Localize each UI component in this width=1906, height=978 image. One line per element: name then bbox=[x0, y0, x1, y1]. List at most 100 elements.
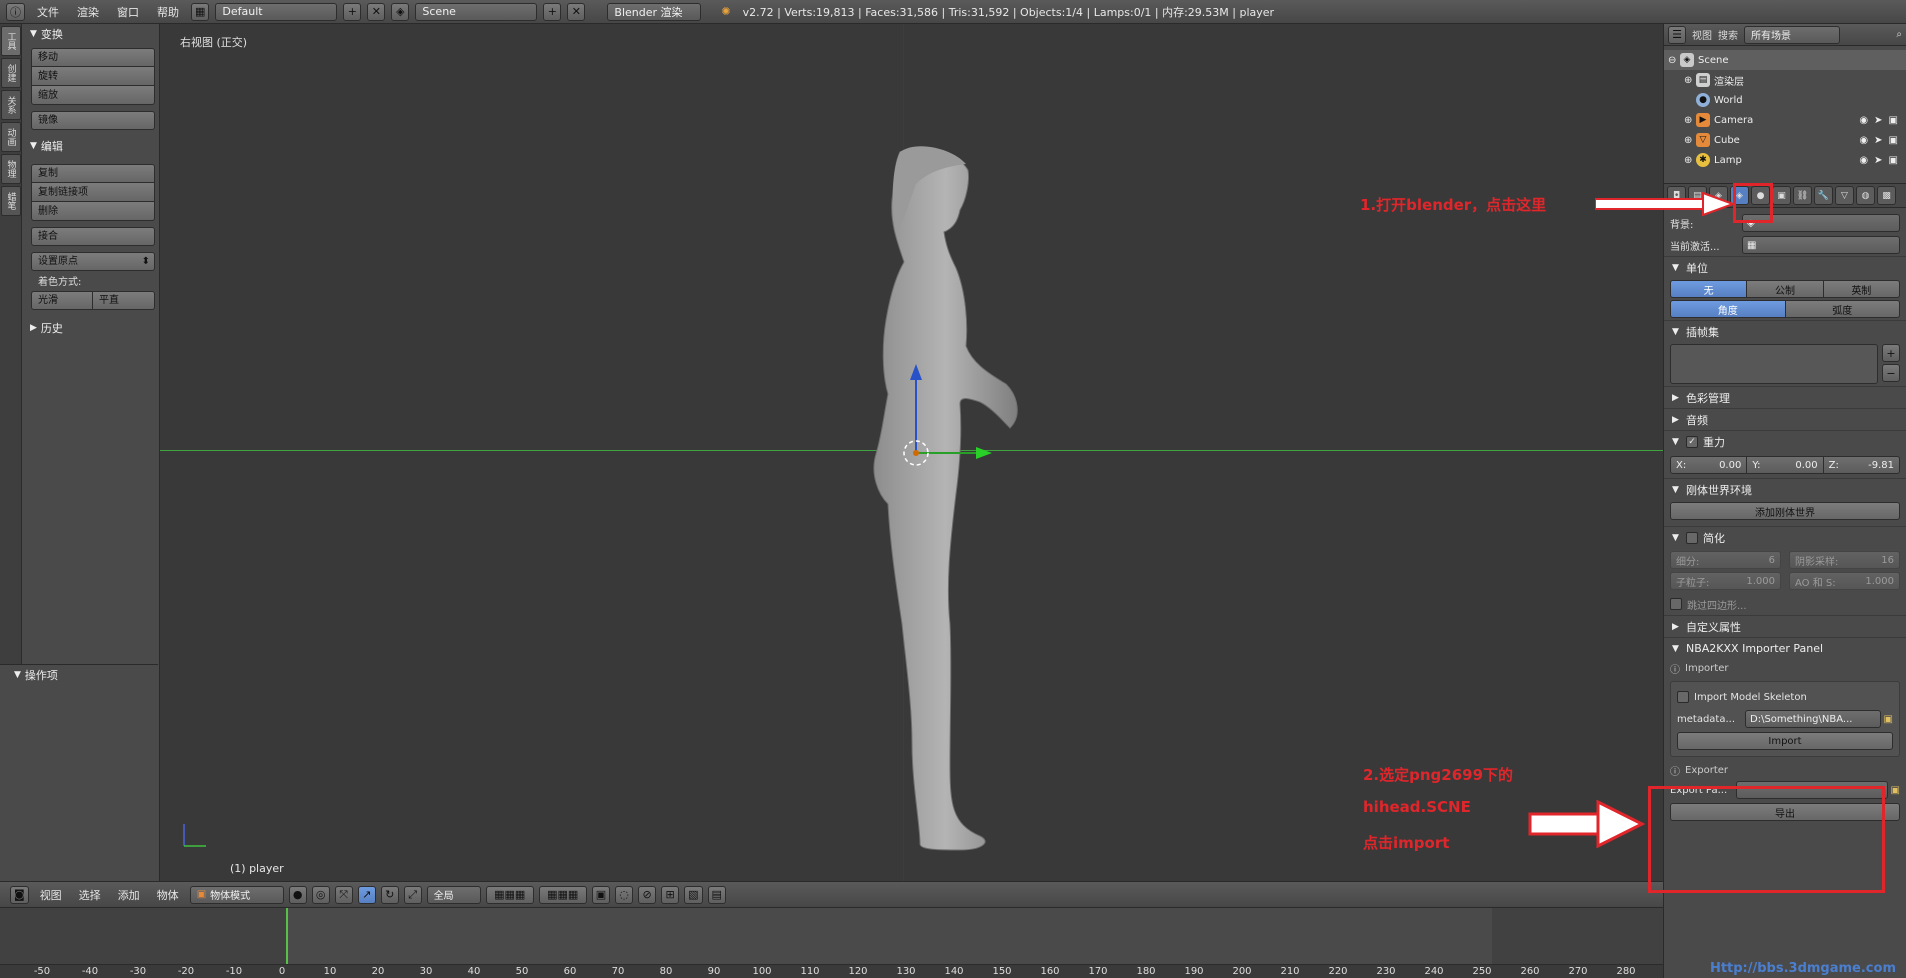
cursor-icon[interactable]: ➤ bbox=[1874, 135, 1882, 146]
tab-animation[interactable]: 动画 bbox=[1, 122, 21, 152]
layers-grid-2-icon[interactable]: ▦▦▦ bbox=[538, 885, 587, 904]
mirror-button[interactable]: 镜像 bbox=[31, 111, 155, 130]
transform-panel-header[interactable]: ▼ 变换 bbox=[24, 24, 158, 44]
layers-grid-icon[interactable]: ▦▦▦ bbox=[485, 885, 534, 904]
gravity-checkbox[interactable]: ✓ bbox=[1686, 435, 1698, 448]
eye-icon[interactable]: ◉ bbox=[1859, 155, 1868, 166]
scene-field[interactable]: Scene bbox=[415, 2, 538, 21]
active-clip-field[interactable]: ▦ bbox=[1742, 236, 1900, 254]
join-button[interactable]: 接合 bbox=[31, 227, 155, 246]
units-panel-header[interactable]: ▼ 单位 bbox=[1664, 256, 1906, 278]
menu-add[interactable]: 添加 bbox=[112, 887, 146, 903]
audio-panel-header[interactable]: ▶ 音频 bbox=[1664, 408, 1906, 430]
custom-props-panel-header[interactable]: ▶ 自定义属性 bbox=[1664, 615, 1906, 637]
edit-panel-header[interactable]: ▼ 编辑 bbox=[24, 136, 158, 156]
manipulator-toggle-icon[interactable]: ⤧ bbox=[334, 885, 353, 904]
camera-render-icon[interactable]: ▤ bbox=[707, 885, 726, 904]
menu-window[interactable]: 窗口 bbox=[111, 4, 145, 20]
add-layout-icon[interactable]: + bbox=[343, 2, 362, 21]
remove-keying-set-icon[interactable]: − bbox=[1882, 364, 1900, 382]
player-model[interactable] bbox=[160, 24, 1663, 881]
outliner-view-menu[interactable]: 视图 bbox=[1692, 27, 1712, 42]
eye-icon[interactable]: ◉ bbox=[1859, 135, 1868, 146]
menu-object[interactable]: 物体 bbox=[151, 887, 185, 903]
duplicate-linked-button[interactable]: 复制链接项 bbox=[31, 183, 155, 202]
translate-manipulator-icon[interactable]: ↗ bbox=[357, 885, 376, 904]
constraints-tab-icon[interactable]: ⛓ bbox=[1793, 186, 1812, 205]
search-icon[interactable]: ⌕ bbox=[1896, 29, 1902, 40]
data-tab-icon[interactable]: ▽ bbox=[1835, 186, 1854, 205]
rotate-button[interactable]: 旋转 bbox=[31, 67, 155, 86]
frame-ruler[interactable]: -50 -40 -30 -20 -10 0 10 20 30 40 50 60 70 80 90 100 110… bbox=[0, 964, 1663, 978]
set-origin-select[interactable]: 设置原点 ⬍ bbox=[31, 252, 155, 271]
outliner-row-lamp[interactable]: ⊕ ✱ Lamp ◉ ➤ ▣ bbox=[1664, 150, 1906, 170]
render-icon[interactable]: ▣ bbox=[1889, 115, 1898, 126]
snap-icon[interactable]: ⊘ bbox=[638, 885, 657, 904]
unit-none-button[interactable]: 无 bbox=[1670, 280, 1748, 298]
cursor-icon[interactable]: ➤ bbox=[1874, 155, 1882, 166]
duplicate-button[interactable]: 复制 bbox=[31, 164, 155, 183]
tab-create[interactable]: 创建 bbox=[1, 58, 21, 88]
keying-sets-list[interactable] bbox=[1670, 344, 1878, 384]
operator-panel-header[interactable]: ▼ 操作项 bbox=[0, 665, 158, 685]
outliner-editor-icon[interactable]: ☰ bbox=[1668, 25, 1686, 44]
object-tab-icon[interactable]: ▣ bbox=[1772, 186, 1791, 205]
mode-select[interactable]: ▣ 物体模式 bbox=[189, 885, 284, 904]
radians-button[interactable]: 弧度 bbox=[1785, 300, 1900, 318]
outliner-row-cube[interactable]: ⊕ ▽ Cube ◉ ➤ ▣ bbox=[1664, 130, 1906, 150]
menu-select[interactable]: 选择 bbox=[73, 887, 107, 903]
expand-toggle-icon[interactable]: ⊕ bbox=[1684, 155, 1696, 166]
scale-manipulator-icon[interactable]: ⤢ bbox=[403, 885, 422, 904]
remove-layout-icon[interactable]: ✕ bbox=[367, 2, 386, 21]
rotate-manipulator-icon[interactable]: ↻ bbox=[380, 885, 399, 904]
move-button[interactable]: 移动 bbox=[31, 48, 155, 67]
scene-icon[interactable]: ◈ bbox=[391, 2, 410, 21]
keying-sets-panel-header[interactable]: ▼ 插帧集 bbox=[1664, 320, 1906, 342]
add-keying-set-icon[interactable]: + bbox=[1882, 344, 1900, 362]
lock-layers-icon[interactable]: ▣ bbox=[591, 885, 611, 904]
material-tab-icon[interactable]: ◍ bbox=[1856, 186, 1875, 205]
snap-element-icon[interactable]: ⊞ bbox=[661, 885, 680, 904]
info-editor-icon[interactable]: ⓘ bbox=[6, 2, 25, 21]
expand-toggle-icon[interactable]: ⊖ bbox=[1668, 55, 1680, 66]
expand-toggle-icon[interactable]: ⊕ bbox=[1684, 135, 1696, 146]
gravity-z-field[interactable]: Z: -9.81 bbox=[1823, 456, 1900, 474]
render-engine-select[interactable]: Blender 渲染 bbox=[607, 2, 702, 21]
outliner-search-menu[interactable]: 搜索 bbox=[1718, 27, 1738, 42]
outliner-row-camera[interactable]: ⊕ ▶ Camera ◉ ➤ ▣ bbox=[1664, 110, 1906, 130]
unit-imperial-button[interactable]: 英制 bbox=[1823, 280, 1900, 298]
rigid-world-panel-header[interactable]: ▼ 刚体世界环境 bbox=[1664, 478, 1906, 500]
menu-view[interactable]: 视图 bbox=[34, 887, 68, 903]
current-frame-line[interactable] bbox=[286, 908, 288, 964]
outliner-row-render-layer[interactable]: ⊕ ▤ 渲染层 bbox=[1664, 70, 1906, 90]
timeline[interactable]: -50 -40 -30 -20 -10 0 10 20 30 40 50 60 70 80 90 100 110… bbox=[0, 907, 1663, 978]
texture-tab-icon[interactable]: ▩ bbox=[1877, 186, 1896, 205]
remove-scene-icon[interactable]: ✕ bbox=[567, 2, 586, 21]
color-management-panel-header[interactable]: ▶ 色彩管理 bbox=[1664, 386, 1906, 408]
delete-button[interactable]: 删除 bbox=[31, 202, 155, 221]
render-icon[interactable]: ▣ bbox=[1889, 155, 1898, 166]
import-button[interactable]: Import bbox=[1677, 732, 1893, 750]
add-rigid-world-button[interactable]: 添加刚体世界 bbox=[1670, 502, 1900, 520]
menu-help[interactable]: 帮助 bbox=[151, 4, 185, 20]
modifiers-tab-icon[interactable]: 🔧 bbox=[1814, 186, 1833, 205]
expand-toggle-icon[interactable]: ⊕ bbox=[1684, 75, 1696, 86]
expand-toggle-icon[interactable]: ⊕ bbox=[1684, 115, 1696, 126]
unit-metric-button[interactable]: 公制 bbox=[1747, 280, 1824, 298]
outliner-scope-select[interactable]: 所有场景 bbox=[1744, 25, 1840, 44]
folder-icon[interactable]: ▣ bbox=[1891, 785, 1900, 796]
3d-viewport[interactable]: 右视图 (正交) (1) player bbox=[160, 24, 1663, 881]
gravity-x-field[interactable]: X: 0.00 bbox=[1670, 456, 1748, 474]
tab-relations[interactable]: 关系 bbox=[1, 90, 21, 120]
tab-grease-pencil[interactable]: 蜡笔 bbox=[1, 186, 21, 216]
3d-view-editor-icon[interactable]: ◙ bbox=[10, 885, 29, 904]
layout-field[interactable]: Default bbox=[215, 2, 338, 21]
simplify-checkbox[interactable] bbox=[1686, 531, 1698, 544]
child-particles-field[interactable]: 子粒子: 1.000 bbox=[1670, 572, 1781, 590]
import-skeleton-checkbox[interactable] bbox=[1677, 691, 1689, 703]
pivot-point-icon[interactable]: ◎ bbox=[311, 885, 330, 904]
cursor-icon[interactable]: ➤ bbox=[1874, 115, 1882, 126]
add-scene-icon[interactable]: + bbox=[543, 2, 562, 21]
shade-smooth-button[interactable]: 光滑 bbox=[31, 291, 93, 310]
viewport-shading-icon[interactable]: ● bbox=[288, 885, 307, 904]
